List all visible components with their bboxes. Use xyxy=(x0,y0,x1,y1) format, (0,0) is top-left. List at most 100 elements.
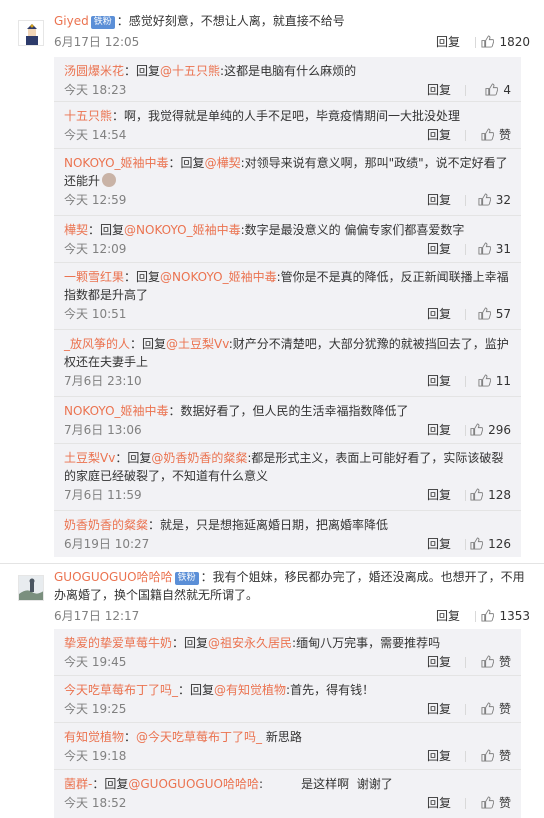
username[interactable]: Giyed xyxy=(54,14,89,28)
mention-link[interactable]: @十五只熊 xyxy=(160,64,220,78)
like-button[interactable]: 赞 xyxy=(481,699,511,719)
reply-username[interactable]: 一颗雪红果 xyxy=(64,270,124,284)
divider xyxy=(475,611,476,622)
reply-prefix: ：回复 xyxy=(124,270,161,284)
like-count: 11 xyxy=(495,374,511,388)
like-button[interactable]: 赞 xyxy=(481,746,511,766)
reply-button[interactable]: 回复 xyxy=(427,485,451,505)
reply-username[interactable]: 汤圆爆米花 xyxy=(64,64,124,78)
reply-body: 新思路 xyxy=(262,730,302,744)
mention-link[interactable]: @祖安永久居民 xyxy=(208,636,292,650)
reply-username[interactable]: _放风筝的人 xyxy=(64,337,130,351)
mention-link[interactable]: @有知觉植物 xyxy=(214,683,286,697)
reply-button[interactable]: 回复 xyxy=(427,699,451,719)
like-button[interactable]: 31 xyxy=(478,239,511,259)
mention-link[interactable]: @今天吃草莓布丁了吗_ xyxy=(136,730,262,744)
reply-button[interactable]: 回复 xyxy=(427,80,451,100)
reply-username[interactable]: 菌群- xyxy=(64,777,92,791)
mention-link[interactable]: @NOKOYO_姬袖中毒 xyxy=(124,223,241,237)
thumbs-up-icon xyxy=(481,128,494,141)
avatar[interactable] xyxy=(18,20,44,46)
reply-username[interactable]: 樺契 xyxy=(64,223,88,237)
comment-text: GUOGUOGUO哈哈哈 铁粉 ：我有个姐妹，移民都办完了，婚还没离成。也想开了，不… xyxy=(54,568,530,604)
thumbs-up-icon xyxy=(481,702,494,715)
reply-username[interactable]: 有知觉植物 xyxy=(64,730,124,744)
mention-link[interactable]: @土豆梨Vv xyxy=(166,337,229,351)
reply-username[interactable]: 土豆梨Vv xyxy=(64,451,115,465)
like-button[interactable]: 1820 xyxy=(481,32,530,52)
divider xyxy=(54,396,521,397)
reply-button[interactable]: 回复 xyxy=(427,239,451,259)
comment-meta: 6月17日 12:05 回复 1820 xyxy=(54,32,530,52)
divider xyxy=(54,675,521,676)
divider xyxy=(465,751,466,762)
timestamp: 今天 10:51 xyxy=(64,307,127,321)
like-count: 1820 xyxy=(499,35,530,49)
divider xyxy=(465,244,466,255)
divider xyxy=(465,704,466,715)
reply-item: 挚爱的挚爱草莓牛奶：回复@祖安永久居民:缅甸八万完事，需要推荐吗 今天 19:4… xyxy=(64,634,511,672)
reply-button[interactable]: 回复 xyxy=(427,371,451,391)
reply-item: 汤圆爆米花：回复@十五只熊:这都是电脑有什么麻烦的 今天 18:23 回复 4 xyxy=(64,62,511,100)
divider xyxy=(54,510,521,511)
reply-button[interactable]: 回复 xyxy=(427,420,451,440)
reply-button[interactable]: 回复 xyxy=(427,125,451,145)
mention-link[interactable]: @奶香奶香的粲粲 xyxy=(151,451,247,465)
thumbs-up-icon xyxy=(478,374,491,387)
mention-link[interactable]: @樺契 xyxy=(205,156,241,170)
reply-body: ：就是，只是想拖延离婚日期，把离婚率降低 xyxy=(148,518,389,532)
reply-username[interactable]: NOKOYO_姬袖中毒 xyxy=(64,404,169,418)
timestamp: 今天 18:23 xyxy=(64,83,127,97)
reply-button[interactable]: 回复 xyxy=(436,606,460,626)
reply-item: 奶香奶香的粲粲：就是，只是想拖延离婚日期，把离婚率降低 6月19日 10:27 回… xyxy=(64,516,511,554)
reply-item: _放风筝的人：回复@土豆梨Vv:财产分不清楚吧，大部分犹豫的就被挡回去了，监护权… xyxy=(64,335,511,391)
like-count: 赞 xyxy=(498,749,511,763)
mention-link[interactable]: @NOKOYO_姬袖中毒 xyxy=(160,270,277,284)
reply-button[interactable]: 回复 xyxy=(427,793,451,813)
like-button[interactable]: 4 xyxy=(485,80,511,100)
like-button[interactable]: 赞 xyxy=(481,793,511,813)
like-button[interactable]: 11 xyxy=(478,371,511,391)
like-count: 赞 xyxy=(498,128,511,142)
reply-button[interactable]: 回复 xyxy=(427,304,451,324)
like-button[interactable]: 57 xyxy=(478,304,511,324)
timestamp: 今天 19:25 xyxy=(64,702,127,716)
timestamp: 6月17日 12:05 xyxy=(54,35,140,49)
like-button[interactable]: 赞 xyxy=(481,125,511,145)
like-button[interactable]: 126 xyxy=(470,534,511,554)
like-count: 296 xyxy=(488,423,511,437)
reply-item: 十五只熊：啊，我觉得就是单纯的人手不足吧，毕竟疫情期间一大批没处理 今天 14:… xyxy=(64,107,511,145)
divider xyxy=(465,376,466,387)
divider xyxy=(465,195,466,206)
reply-username[interactable]: NOKOYO_姬袖中毒 xyxy=(64,156,169,170)
mention-link[interactable]: @GUOGUOGUO哈哈哈 xyxy=(128,777,259,791)
reply-prefix: ：回复 xyxy=(92,777,129,791)
reply-button[interactable]: 回复 xyxy=(427,746,451,766)
reply-username[interactable]: 奶香奶香的粲粲 xyxy=(64,518,148,532)
reply-prefix: ：回复 xyxy=(172,636,209,650)
divider xyxy=(475,37,476,48)
reply-prefix: ：回复 xyxy=(178,683,215,697)
like-button[interactable]: 128 xyxy=(470,485,511,505)
reply-username[interactable]: 十五只熊 xyxy=(64,109,112,123)
username[interactable]: GUOGUOGUO哈哈哈 xyxy=(54,570,173,584)
avatar[interactable] xyxy=(18,575,44,601)
reply-button[interactable]: 回复 xyxy=(427,190,451,210)
reply-prefix: ：回复 xyxy=(124,64,161,78)
reply-button[interactable]: 回复 xyxy=(427,534,451,554)
divider xyxy=(465,309,466,320)
divider xyxy=(465,539,466,550)
like-button[interactable]: 32 xyxy=(478,190,511,210)
divider xyxy=(54,262,521,263)
reply-username[interactable]: 挚爱的挚爱草莓牛奶 xyxy=(64,636,172,650)
divider xyxy=(465,657,466,668)
thumbs-up-icon xyxy=(481,749,494,762)
timestamp: 6月17日 12:17 xyxy=(54,609,140,623)
reply-username[interactable]: 今天吃草莓布丁了吗_ xyxy=(64,683,178,697)
like-button[interactable]: 1353 xyxy=(481,606,530,626)
like-button[interactable]: 赞 xyxy=(481,652,511,672)
like-button[interactable]: 296 xyxy=(470,420,511,440)
reply-button[interactable]: 回复 xyxy=(427,652,451,672)
thumbs-up-icon xyxy=(478,193,491,206)
reply-button[interactable]: 回复 xyxy=(436,32,460,52)
